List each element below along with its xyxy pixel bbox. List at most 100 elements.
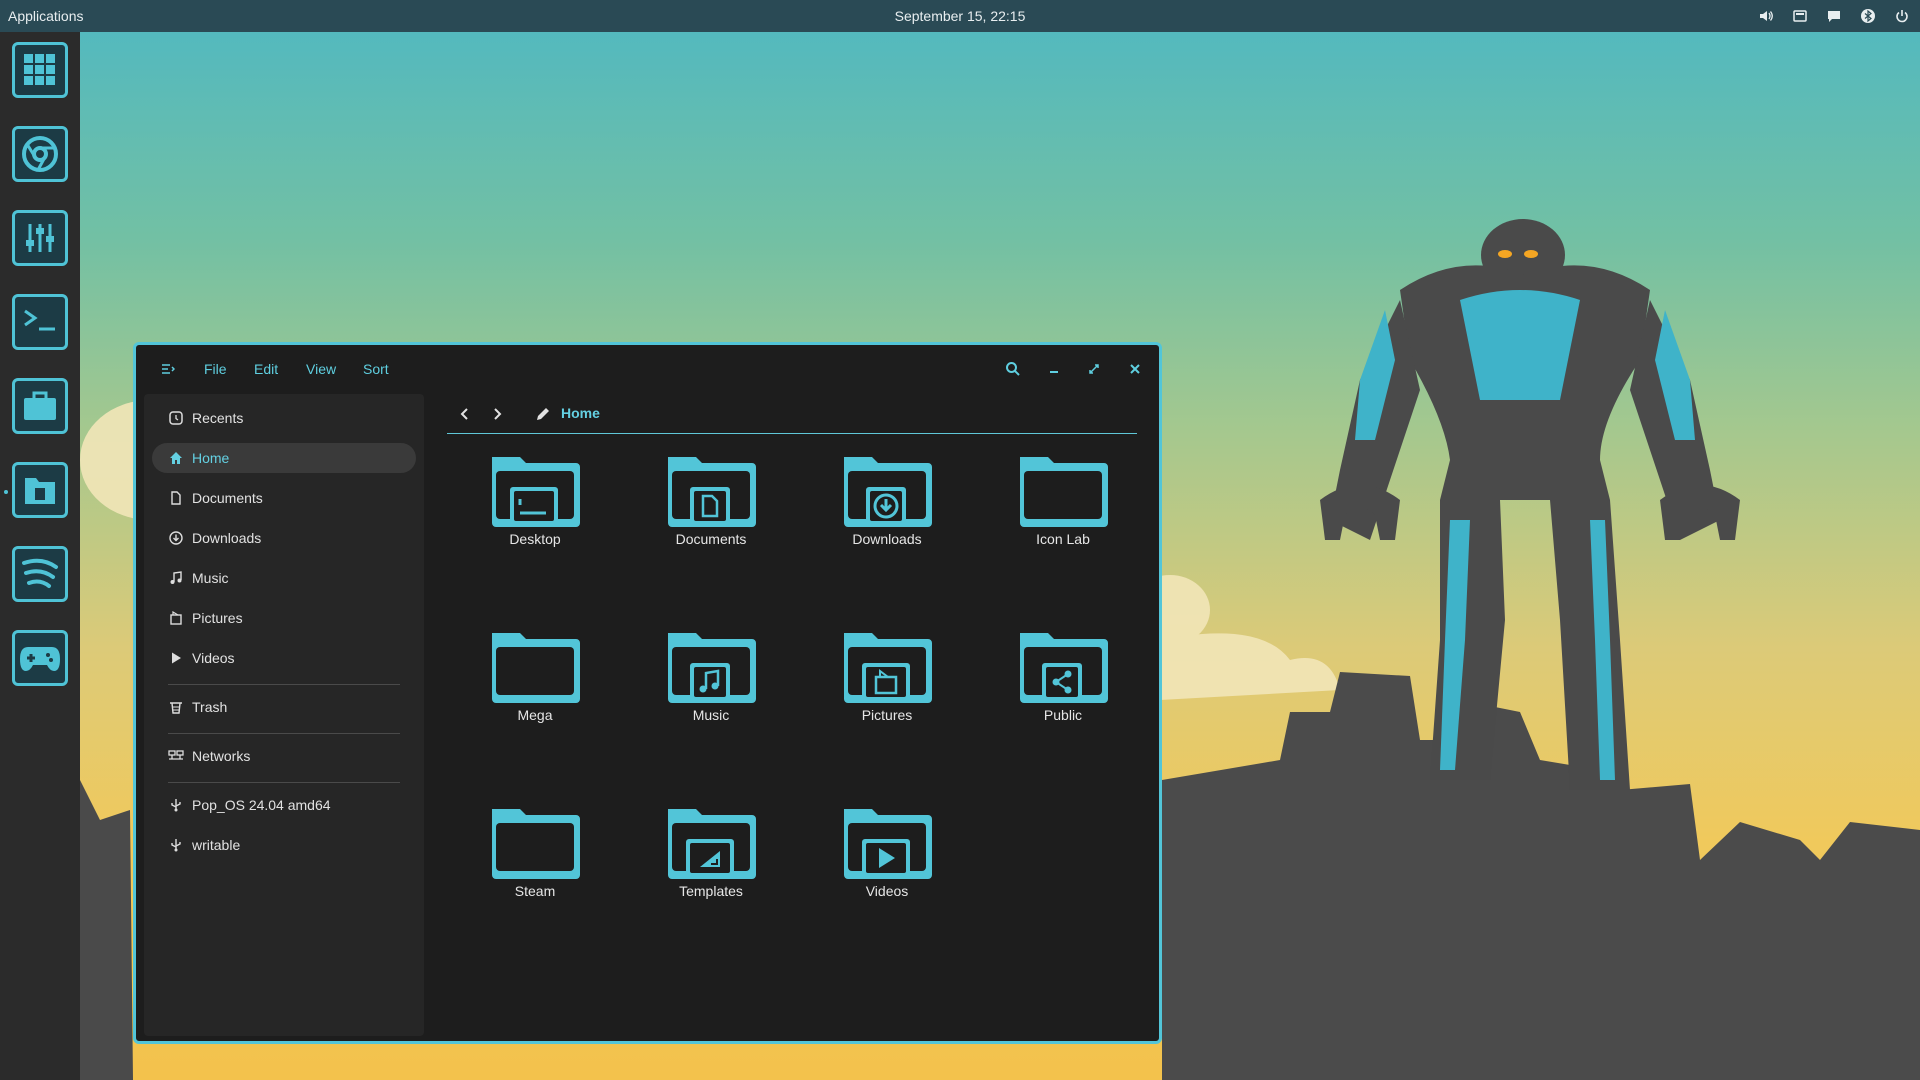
maximize-icon[interactable]	[1082, 357, 1106, 381]
folder-icon	[844, 633, 932, 703]
download-icon	[168, 530, 184, 546]
folder-icon	[1020, 457, 1108, 527]
folder-icon	[668, 633, 756, 703]
breadcrumb-home[interactable]: Home	[561, 405, 600, 421]
sidebar-item-downloads[interactable]: Downloads	[152, 523, 416, 553]
view-menu[interactable]: View	[306, 357, 336, 381]
sidebar-item-documents[interactable]: Documents	[152, 483, 416, 513]
folder-documents[interactable]: Documents	[623, 443, 799, 603]
close-icon[interactable]	[1123, 357, 1147, 381]
folder-desktop[interactable]: Desktop	[447, 443, 623, 603]
folder-templates[interactable]: Templates	[623, 795, 799, 955]
sidebar-item-trash[interactable]: Trash	[152, 692, 416, 722]
folder-icon-lab[interactable]: Icon Lab	[975, 443, 1151, 603]
sidebar-item-label: Trash	[192, 699, 228, 715]
document-icon	[168, 490, 184, 506]
folder-label: Mega	[517, 707, 553, 723]
minimize-icon[interactable]	[1042, 357, 1066, 381]
forward-icon[interactable]	[485, 402, 509, 426]
places-sidebar: Recents Home Documents Downloads Music P…	[144, 394, 424, 1036]
trash-icon	[168, 699, 184, 715]
sidebar-item-pictures[interactable]: Pictures	[152, 603, 416, 633]
running-indicator	[4, 490, 8, 494]
folder-icon	[844, 457, 932, 527]
folder-public[interactable]: Public	[975, 619, 1151, 779]
folder-label: Videos	[865, 883, 909, 899]
power-icon[interactable]	[1892, 6, 1912, 26]
bluetooth-icon[interactable]	[1858, 6, 1878, 26]
sidebar-item-music[interactable]: Music	[152, 563, 416, 593]
dock	[0, 32, 80, 1080]
folder-downloads[interactable]: Downloads	[799, 443, 975, 603]
spotify-icon[interactable]	[12, 546, 68, 602]
music-note-icon	[168, 570, 184, 586]
hamburger-menu-icon[interactable]	[156, 357, 180, 381]
folder-icon	[492, 633, 580, 703]
sort-menu[interactable]: Sort	[363, 357, 389, 381]
applications-menu[interactable]: Applications	[8, 8, 84, 24]
file-manager-window: File Edit View Sort Recents Home Documen…	[133, 342, 1162, 1044]
settings-sliders-icon[interactable]	[12, 210, 68, 266]
edit-path-icon[interactable]	[531, 402, 555, 426]
sidebar-item-label: Pictures	[192, 610, 243, 626]
sidebar-item-label: Videos	[192, 650, 235, 666]
folder-label: Steam	[514, 883, 556, 899]
sidebar-item-networks[interactable]: Networks	[152, 741, 416, 771]
chrome-icon[interactable]	[12, 126, 68, 182]
display-icon[interactable]	[1790, 6, 1810, 26]
header-bar: File Edit View Sort	[136, 345, 1159, 393]
clock[interactable]: September 15, 22:15	[0, 8, 1920, 24]
sidebar-item-recents[interactable]: Recents	[152, 403, 416, 433]
sidebar-item-label: writable	[192, 837, 241, 853]
folder-label: Documents	[675, 531, 747, 547]
clock-icon	[168, 410, 184, 426]
sidebar-item-videos[interactable]: Videos	[152, 643, 416, 673]
volume-icon[interactable]	[1756, 6, 1776, 26]
sidebar-item-label: Pop_OS 24.04 amd64	[192, 797, 331, 813]
chat-icon[interactable]	[1824, 6, 1844, 26]
network-icon	[168, 748, 184, 764]
sidebar-item-label: Music	[192, 570, 229, 586]
app-grid-icon[interactable]	[12, 42, 68, 98]
sidebar-item-home[interactable]: Home	[152, 443, 416, 473]
folder-videos[interactable]: Videos	[799, 795, 975, 955]
sidebar-item-pop-os-drive[interactable]: Pop_OS 24.04 amd64	[152, 790, 416, 820]
path-bar: Home	[447, 394, 1137, 434]
top-bar: Applications September 15, 22:15	[0, 0, 1920, 32]
folder-music[interactable]: Music	[623, 619, 799, 779]
folder-label: Templates	[679, 883, 743, 899]
search-icon[interactable]	[1001, 357, 1025, 381]
briefcase-icon[interactable]	[12, 378, 68, 434]
sidebar-item-label: Documents	[192, 490, 263, 506]
gamepad-icon[interactable]	[12, 630, 68, 686]
edit-menu[interactable]: Edit	[254, 357, 278, 381]
sidebar-item-label: Downloads	[192, 530, 262, 546]
folder-steam[interactable]: Steam	[447, 795, 623, 955]
back-icon[interactable]	[453, 402, 477, 426]
folder-icon	[668, 457, 756, 527]
play-icon	[168, 650, 184, 666]
folder-mega[interactable]: Mega	[447, 619, 623, 779]
sidebar-item-label: Home	[192, 450, 230, 466]
folder-icon	[844, 809, 932, 879]
file-menu[interactable]: File	[204, 357, 227, 381]
folder-label: Pictures	[861, 707, 913, 723]
folder-pictures[interactable]: Pictures	[799, 619, 975, 779]
home-icon	[168, 450, 184, 466]
sidebar-divider	[168, 684, 400, 685]
sidebar-item-writable[interactable]: writable	[152, 830, 416, 860]
folder-label: Desktop	[509, 531, 561, 547]
sidebar-divider	[168, 733, 400, 734]
usb-icon	[168, 837, 184, 853]
folder-icon	[668, 809, 756, 879]
folder-label: Icon Lab	[1036, 531, 1090, 547]
files-icon[interactable]	[12, 462, 68, 518]
terminal-icon[interactable]	[12, 294, 68, 350]
system-tray	[1756, 6, 1912, 26]
folder-label: Music	[692, 707, 730, 723]
folder-label: Public	[1043, 707, 1083, 723]
folder-icon	[1020, 633, 1108, 703]
folder-label: Downloads	[852, 531, 922, 547]
usb-icon	[168, 797, 184, 813]
sidebar-item-label: Recents	[192, 410, 244, 426]
